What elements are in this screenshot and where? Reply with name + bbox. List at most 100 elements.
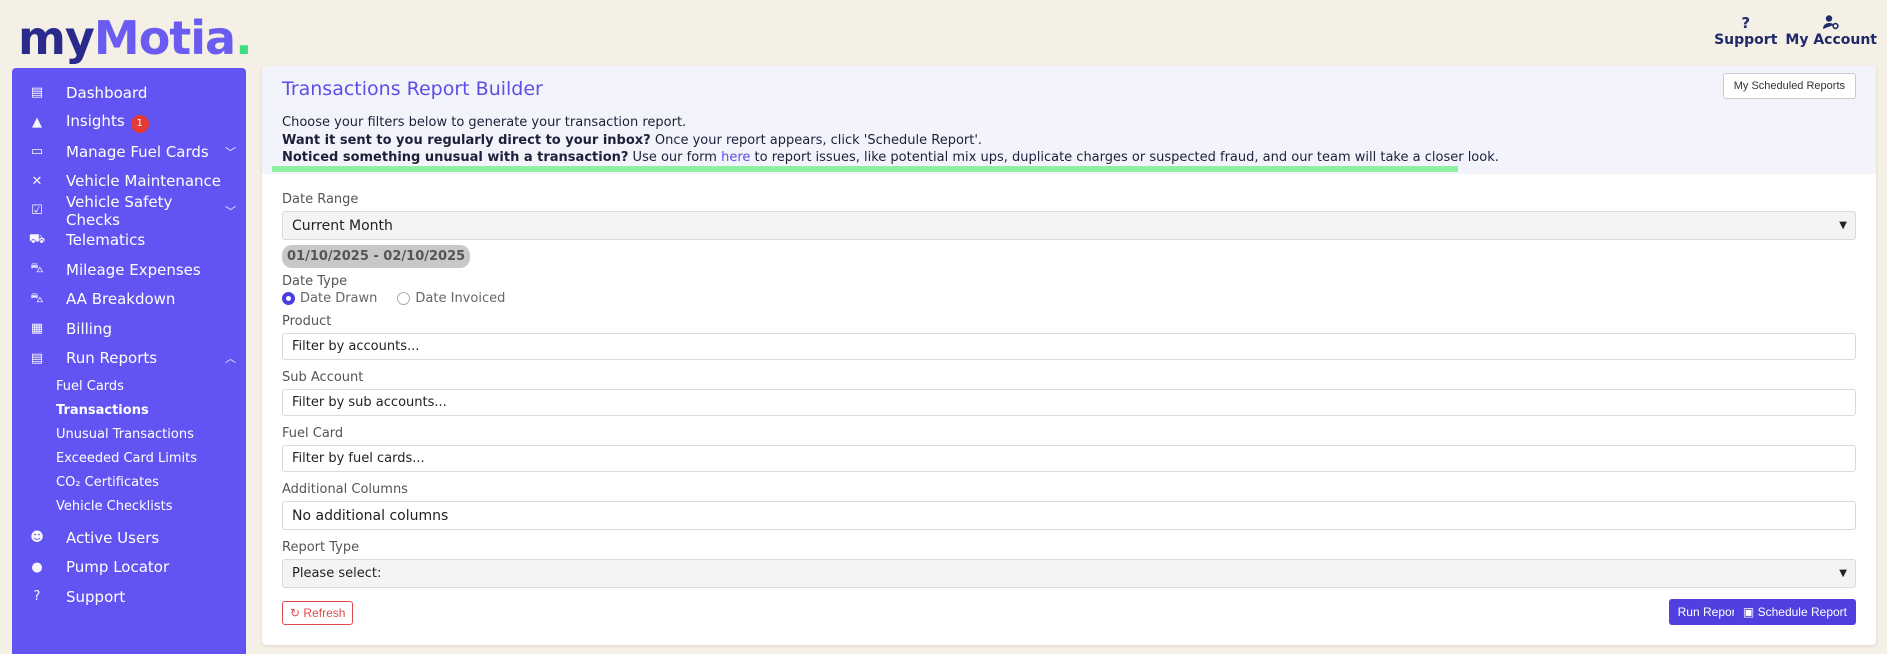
- subnav-item-exceeded-card-limits[interactable]: Exceeded Card Limits: [56, 447, 246, 471]
- sidebar-item-label: Telematics: [66, 231, 146, 250]
- my-scheduled-reports-button[interactable]: My Scheduled Reports: [1722, 73, 1856, 99]
- support-label: Support: [1714, 32, 1778, 48]
- sidebar-item-label: Pump Locator: [66, 558, 170, 577]
- card-header: Transactions Report Builder My Scheduled…: [262, 66, 1876, 174]
- date-drawn-label: Date Drawn: [300, 291, 378, 306]
- sidebar: ▤ Dashboard ▲ Insights 1 ▭ Manage Fuel Ca…: [12, 68, 246, 654]
- sidebar-item-support[interactable]: ? Support: [12, 582, 246, 612]
- date-invoiced-label: Date Invoiced: [415, 291, 506, 306]
- car-crash-icon: ⛍: [30, 290, 44, 306]
- subnav-item-fuel-cards[interactable]: Fuel Cards: [56, 375, 246, 399]
- refresh-label: Refresh: [303, 606, 346, 620]
- mymotia-logo[interactable]: myMotia.: [18, 11, 253, 65]
- report-type-label: Report Type: [282, 540, 360, 555]
- date-drawn-radio[interactable]: Date Drawn: [282, 291, 377, 306]
- radio-checked-icon: [282, 292, 295, 305]
- header-links: ? Support My Account: [1714, 14, 1877, 48]
- date-type-label: Date Type: [282, 274, 348, 289]
- radio-unchecked-icon: [397, 292, 411, 305]
- user-gear-icon: [1823, 14, 1839, 32]
- sidebar-item-label: AA Breakdown: [66, 290, 176, 309]
- calendar-icon: ▣: [1742, 605, 1755, 619]
- report-icon: ▤: [30, 350, 44, 366]
- sidebar-item-label: Support: [66, 587, 126, 606]
- report-issue-link[interactable]: here: [721, 150, 750, 165]
- schedule-report-button[interactable]: ▣ Schedule Report: [1733, 599, 1856, 625]
- my-account-label: My Account: [1785, 32, 1877, 48]
- fuel-card-label: Fuel Card: [282, 426, 344, 441]
- clipboard-check-icon: ☑: [31, 203, 43, 219]
- sidebar-item-manage-fuel-cards[interactable]: ▭ Manage Fuel Cards ﹀: [12, 137, 246, 167]
- building-icon: ▦: [30, 321, 44, 337]
- additional-columns-label: Additional Columns: [282, 482, 408, 497]
- sidebar-item-label: Mileage Expenses: [66, 260, 201, 279]
- intro-line-2: Want it sent to you regularly direct to …: [282, 132, 1856, 150]
- intro-line-2-rest: Once your report appears, click 'Schedul…: [650, 132, 983, 148]
- subnav-item-transactions[interactable]: Transactions: [56, 399, 246, 423]
- refresh-button[interactable]: ↻ Refresh: [282, 601, 354, 625]
- sidebar-item-run-reports[interactable]: ▤ Run Reports ︿: [12, 344, 246, 374]
- sidebar-item-telematics[interactable]: ⛟ Telematics: [12, 226, 246, 256]
- sidebar-item-label: Active Users: [66, 528, 160, 547]
- product-filter-input[interactable]: Filter by accounts...: [282, 333, 1856, 360]
- sidebar-item-aa-breakdown[interactable]: ⛍ AA Breakdown: [12, 285, 246, 315]
- sidebar-item-vehicle-maintenance[interactable]: ✕ Vehicle Maintenance: [12, 167, 246, 197]
- chevron-up-icon: ︿: [225, 352, 236, 366]
- fuel-card-filter-input[interactable]: Filter by fuel cards...: [282, 445, 1856, 472]
- sidebar-item-label: Dashboard: [66, 83, 148, 102]
- map-pin-icon: ●: [31, 559, 43, 575]
- date-type-radio-group: Date Drawn Date Invoiced: [282, 291, 1856, 306]
- date-range-label: Date Range: [282, 192, 359, 207]
- sidebar-item-billing[interactable]: ▦ Billing: [12, 314, 246, 344]
- car-icon: ⛍: [30, 261, 44, 277]
- sidebar-item-insights[interactable]: ▲ Insights 1: [12, 108, 246, 138]
- sidebar-item-pump-locator[interactable]: ● Pump Locator: [12, 553, 246, 583]
- highlight-underline: [272, 166, 1458, 172]
- users-icon: ☻: [30, 530, 44, 546]
- question-icon: ?: [33, 589, 41, 605]
- warning-icon: ▲: [32, 114, 42, 130]
- logo-dot: .: [235, 11, 253, 65]
- sidebar-item-dashboard[interactable]: ▤ Dashboard: [12, 78, 246, 108]
- date-range-select[interactable]: Current Month ▼: [282, 211, 1856, 240]
- sidebar-item-label: Manage Fuel Cards: [66, 142, 209, 161]
- sub-account-filter-input[interactable]: Filter by sub accounts...: [282, 389, 1856, 416]
- additional-columns-input[interactable]: No additional columns: [282, 501, 1856, 530]
- date-invoiced-radio[interactable]: Date Invoiced: [397, 291, 505, 306]
- subnav-item-co2-certificates[interactable]: CO₂ Certificates: [56, 471, 246, 495]
- sidebar-item-vehicle-safety-checks[interactable]: ☑ Vehicle Safety Checks ﹀: [12, 193, 246, 229]
- subnav-item-unusual-transactions[interactable]: Unusual Transactions: [56, 423, 246, 447]
- tools-icon: ✕: [31, 173, 43, 189]
- intro-line-3-pre: Use our form: [628, 150, 722, 165]
- caret-down-icon: ▼: [1839, 568, 1847, 579]
- report-type-select[interactable]: Please select: ▼: [282, 559, 1856, 588]
- page-title: Transactions Report Builder: [282, 78, 543, 100]
- question-icon: ?: [1741, 14, 1751, 32]
- subnav-item-vehicle-checklists[interactable]: Vehicle Checklists: [56, 495, 246, 519]
- report-filters-form: Date Range Current Month ▼ 01/10/2025 - …: [262, 174, 1876, 588]
- intro-line-3-bold: Noticed something unusual with a transac…: [282, 150, 629, 165]
- my-account-link[interactable]: My Account: [1785, 14, 1877, 48]
- report-builder-card: Transactions Report Builder My Scheduled…: [262, 66, 1876, 645]
- card-icon: ▭: [30, 144, 44, 160]
- refresh-icon: ↻: [290, 606, 301, 620]
- sub-account-label: Sub Account: [282, 370, 364, 385]
- sidebar-item-label: Vehicle Maintenance: [66, 172, 222, 191]
- sidebar-item-active-users[interactable]: ☻ Active Users: [12, 523, 246, 553]
- sidebar-item-label: Insights: [66, 111, 125, 130]
- support-link[interactable]: ? Support: [1714, 14, 1777, 48]
- chevron-down-icon: ﹀: [225, 204, 236, 218]
- product-label: Product: [282, 314, 332, 329]
- insights-count-badge: 1: [130, 114, 149, 133]
- truck-icon: ⛟: [28, 231, 46, 247]
- caret-down-icon: ▼: [1839, 220, 1847, 231]
- schedule-report-label: Schedule Report: [1757, 605, 1847, 619]
- dashboard-icon: ▤: [30, 85, 44, 101]
- date-range-value: Current Month: [292, 217, 393, 234]
- sidebar-item-mileage-expenses[interactable]: ⛍ Mileage Expenses: [12, 255, 246, 285]
- intro-line-1: Choose your filters below to generate yo…: [282, 115, 687, 130]
- intro-line-3-post: to report issues, like potential mix ups…: [750, 150, 1499, 165]
- intro-text: Choose your filters below to generate yo…: [282, 114, 1856, 167]
- logo-my: my: [18, 11, 95, 65]
- intro-line-2-bold: Want it sent to you regularly direct to …: [282, 132, 651, 148]
